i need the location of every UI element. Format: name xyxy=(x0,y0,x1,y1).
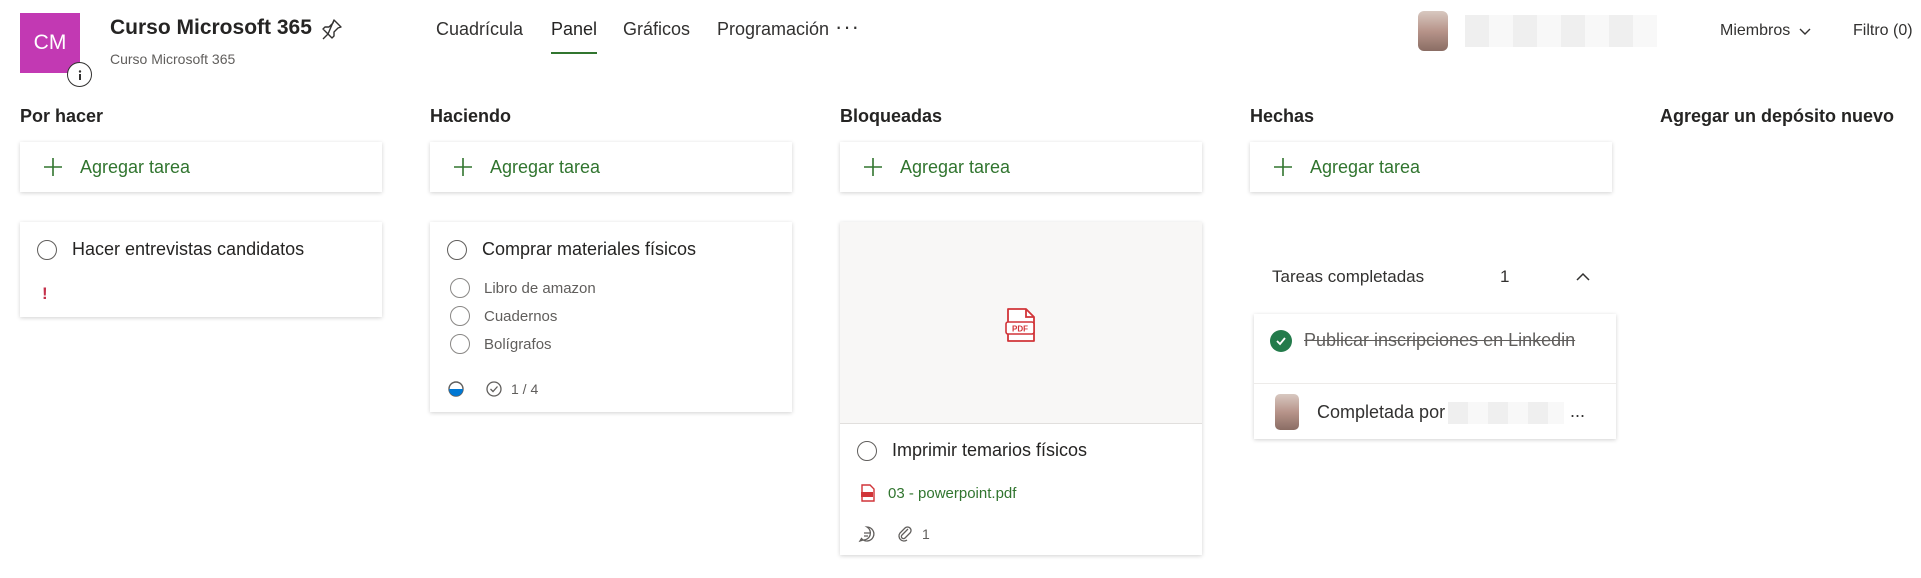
task-card[interactable]: PDF Imprimir temarios físicos 03 - power… xyxy=(840,222,1202,555)
plan-subtitle: Curso Microsoft 365 xyxy=(110,51,236,67)
completed-task-card[interactable]: Publicar inscripciones en Linkedin Compl… xyxy=(1254,314,1616,439)
checklist-progress-icon xyxy=(486,381,502,397)
checklist-item[interactable]: Bolígrafos xyxy=(450,334,552,354)
attachment-icon xyxy=(898,526,912,542)
checklist-item-label: Bolígrafos xyxy=(484,335,552,353)
plus-icon xyxy=(454,158,472,176)
in-progress-icon xyxy=(448,381,464,397)
add-task-button[interactable]: Agregar tarea xyxy=(840,142,1202,192)
tab-programacion[interactable]: Programación xyxy=(717,19,829,59)
tab-panel[interactable]: Panel xyxy=(551,19,598,59)
plus-icon xyxy=(44,158,62,176)
checklist-checkbox[interactable] xyxy=(450,306,470,326)
task-meta: 1 / 4 xyxy=(447,380,538,398)
add-task-label: Agregar tarea xyxy=(1310,156,1421,177)
checklist-item[interactable]: Cuadernos xyxy=(450,306,557,326)
top-bar: CM Curso Microsoft 365 Curso Microsoft 3… xyxy=(0,0,1921,96)
completed-tasks-count: 1 xyxy=(1500,267,1510,286)
bucket-title-bloqueadas[interactable]: Bloqueadas xyxy=(840,106,942,127)
svg-text:PDF: PDF xyxy=(1012,325,1028,334)
pin-icon[interactable] xyxy=(320,17,344,41)
tab-cuadricula[interactable]: Cuadrícula xyxy=(436,19,523,59)
checklist-item-label: Cuadernos xyxy=(484,307,558,325)
checklist-item[interactable]: Libro de amazon xyxy=(450,278,596,298)
truncation-ellipsis: ... xyxy=(1570,401,1586,421)
task-title: Publicar inscripciones en Linkedin xyxy=(1304,330,1576,350)
task-card[interactable]: Comprar materiales físicos Libro de amaz… xyxy=(430,222,792,412)
chevron-down-icon xyxy=(1799,28,1811,35)
blurred-user-name xyxy=(1465,15,1657,47)
bucket-title-hechas[interactable]: Hechas xyxy=(1250,106,1314,127)
add-task-button[interactable]: Agregar tarea xyxy=(20,142,382,192)
blurred-completer-name xyxy=(1448,402,1564,424)
chevron-up-icon[interactable] xyxy=(1574,268,1592,286)
add-task-label: Agregar tarea xyxy=(490,156,601,177)
attachment-preview[interactable]: PDF xyxy=(840,222,1202,424)
bucket-title-por-hacer[interactable]: Por hacer xyxy=(20,106,103,127)
plus-icon xyxy=(1274,158,1292,176)
active-tab-indicator xyxy=(551,52,598,54)
add-task-button[interactable]: Agregar tarea xyxy=(1250,142,1612,192)
task-meta: 1 xyxy=(858,525,930,543)
completed-by-label: Completada por xyxy=(1317,402,1446,422)
checklist-checkbox[interactable] xyxy=(450,334,470,354)
attachment-name: 03 - powerpoint.pdf xyxy=(888,484,1017,502)
checklist-checkbox[interactable] xyxy=(450,278,470,298)
divider xyxy=(1254,383,1616,384)
checklist-progress: 1 / 4 xyxy=(511,381,539,397)
add-task-label: Agregar tarea xyxy=(900,156,1011,177)
complete-task-checkbox[interactable] xyxy=(447,239,467,260)
complete-task-checkbox[interactable] xyxy=(857,440,877,461)
task-title: Hacer entrevistas candidatos xyxy=(72,239,305,259)
checklist-item-label: Libro de amazon xyxy=(484,279,596,297)
user-avatar[interactable] xyxy=(1418,11,1448,51)
pdf-icon xyxy=(861,484,875,502)
complete-task-checkbox[interactable] xyxy=(37,239,57,260)
task-title: Comprar materiales físicos xyxy=(482,239,697,259)
pdf-file-icon: PDF xyxy=(1005,308,1035,342)
info-icon[interactable] xyxy=(67,62,92,87)
task-title: Imprimir temarios físicos xyxy=(892,440,1088,460)
completed-check-icon[interactable] xyxy=(1270,330,1292,352)
plan-title: Curso Microsoft 365 xyxy=(110,16,312,39)
tab-graficos[interactable]: Gráficos xyxy=(623,19,690,59)
members-button[interactable]: Miembros xyxy=(1720,22,1812,40)
comment-icon xyxy=(858,526,875,543)
attachment-count: 1 xyxy=(922,526,930,542)
attachment-link[interactable]: 03 - powerpoint.pdf xyxy=(860,484,1016,502)
plus-icon xyxy=(864,158,882,176)
add-bucket-button[interactable]: Agregar un depósito nuevo xyxy=(1660,106,1894,127)
add-task-label: Agregar tarea xyxy=(80,156,191,177)
completer-avatar xyxy=(1275,394,1299,430)
bucket-title-haciendo[interactable]: Haciendo xyxy=(430,106,511,127)
add-task-button[interactable]: Agregar tarea xyxy=(430,142,792,192)
completed-tasks-toggle[interactable]: Tareas completadas 1 xyxy=(1254,256,1616,298)
completed-tasks-label: Tareas completadas xyxy=(1272,267,1425,286)
more-options-icon[interactable]: ··· xyxy=(835,14,860,40)
urgent-priority-icon: ! xyxy=(42,284,48,303)
task-card[interactable]: Hacer entrevistas candidatos ! xyxy=(20,222,382,317)
filter-button[interactable]: Filtro (0) xyxy=(1853,22,1921,40)
